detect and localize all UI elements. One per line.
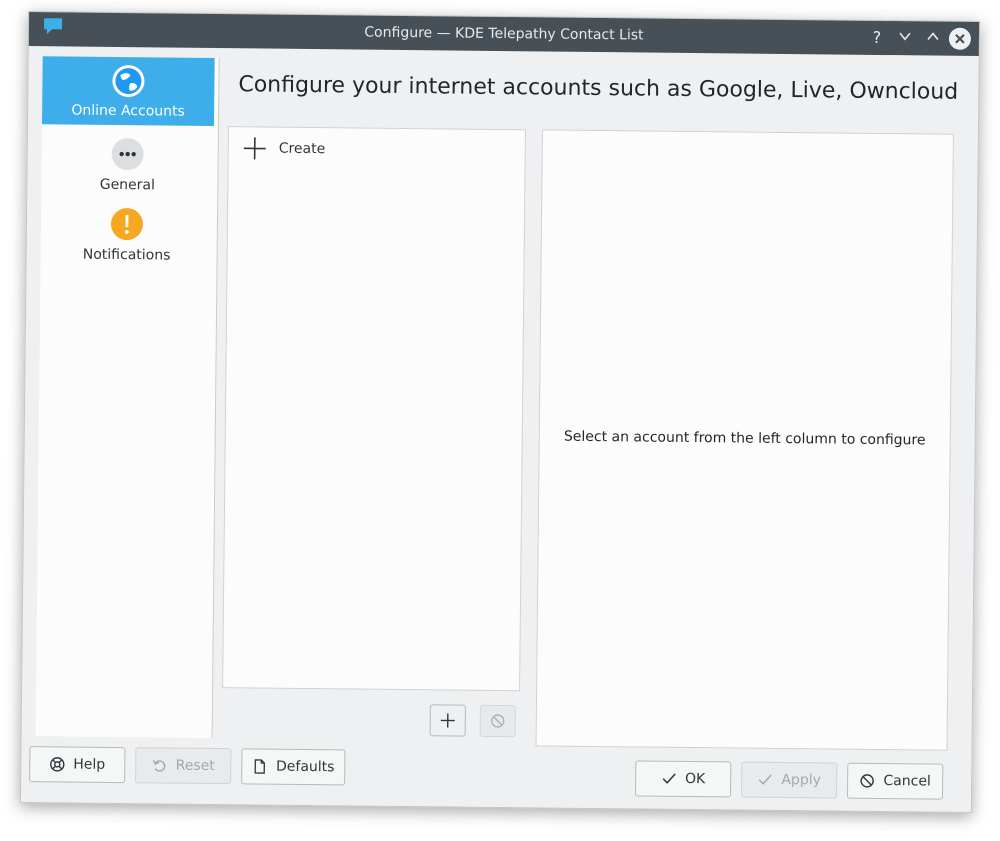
- create-account-item[interactable]: Create: [243, 135, 326, 162]
- ellipsis-icon: [111, 138, 144, 171]
- sidebar-item-notifications[interactable]: Notifications: [40, 206, 213, 270]
- help-question-icon[interactable]: ?: [867, 28, 887, 48]
- remove-account-button[interactable]: [479, 704, 516, 738]
- help-button[interactable]: Help: [29, 746, 126, 784]
- cancel-button[interactable]: Cancel: [846, 762, 944, 800]
- plus-icon: [243, 137, 266, 160]
- help-label: Help: [73, 756, 106, 773]
- sidebar-item-online-accounts[interactable]: Online Accounts: [41, 56, 215, 126]
- undo-icon: [152, 757, 168, 773]
- globe-icon: [112, 65, 145, 98]
- defaults-label: Defaults: [275, 758, 335, 776]
- cancel-icon: [859, 773, 875, 789]
- plus-icon: [440, 713, 455, 728]
- cancel-label: Cancel: [883, 773, 931, 790]
- ok-label: OK: [684, 770, 706, 788]
- close-window-button[interactable]: [948, 27, 972, 50]
- help-icon: [49, 756, 65, 772]
- create-label: Create: [278, 140, 326, 158]
- minimize-chevron-down-icon[interactable]: [895, 28, 915, 48]
- cancel-icon: [491, 714, 505, 728]
- configure-dialog: Configure — KDE Telepathy Contact List ?…: [19, 11, 981, 813]
- checkmark-icon: [757, 772, 773, 788]
- add-account-button[interactable]: [429, 704, 466, 737]
- close-icon: [955, 33, 965, 44]
- reset-label: Reset: [175, 757, 215, 775]
- window-title: Configure — KDE Telepathy Contact List: [364, 24, 644, 44]
- reset-button[interactable]: Reset: [135, 747, 232, 785]
- sidebar-item-label: Online Accounts: [71, 102, 185, 120]
- account-detail-panel: Select an account from the left column t…: [535, 129, 954, 751]
- checkmark-icon: [661, 771, 677, 787]
- apply-label: Apply: [781, 771, 822, 789]
- sidebar-item-general[interactable]: General: [41, 136, 214, 198]
- defaults-button[interactable]: Defaults: [241, 748, 346, 786]
- empty-state-message: Select an account from the left column t…: [563, 428, 926, 449]
- sidebar-item-label: Notifications: [82, 246, 171, 264]
- apply-button[interactable]: Apply: [740, 761, 838, 799]
- accounts-list[interactable]: Create: [222, 126, 526, 692]
- ok-button[interactable]: OK: [634, 760, 732, 798]
- category-sidebar: Online Accounts General Notifications: [35, 56, 220, 739]
- sidebar-item-label: General: [99, 176, 156, 194]
- warning-icon: [110, 208, 143, 241]
- title-bar[interactable]: Configure — KDE Telepathy Contact List ?: [28, 12, 980, 56]
- maximize-chevron-up-icon[interactable]: [923, 28, 943, 48]
- document-revert-icon: [252, 758, 268, 774]
- page-title: Configure your internet accounts such as…: [238, 72, 959, 105]
